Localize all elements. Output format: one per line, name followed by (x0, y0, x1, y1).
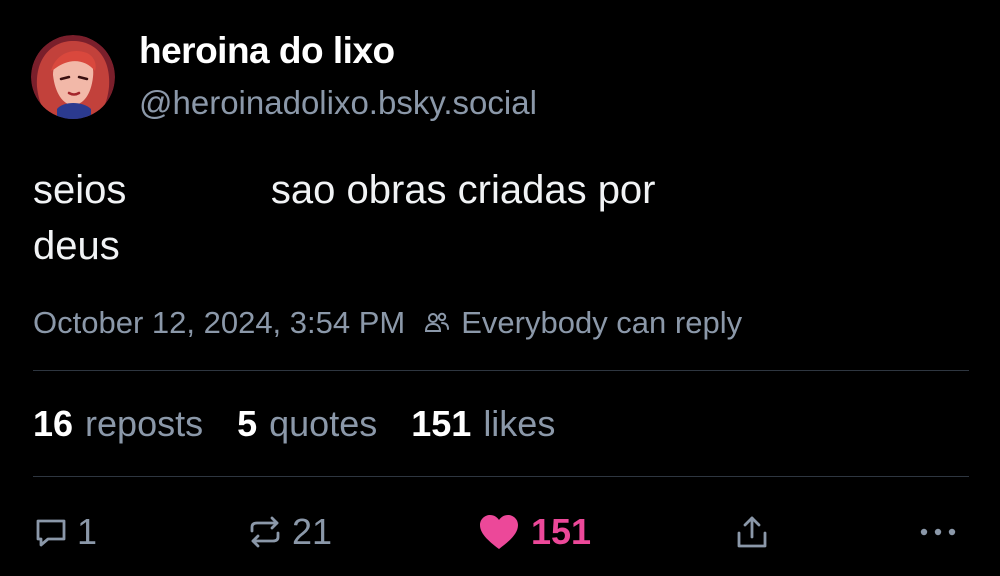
post-meta: October 12, 2024, 3:54 PM Everybody can … (33, 305, 742, 341)
share-button[interactable] (733, 504, 771, 560)
more-dots-icon (918, 526, 958, 538)
quotes-count: 5 (237, 403, 258, 444)
speech-bubble-icon (33, 514, 69, 550)
reposts-stat[interactable]: 16 reposts (33, 403, 203, 445)
reposts-count: 16 (33, 403, 74, 444)
avatar[interactable] (31, 35, 115, 119)
post-detail: heroina do lixo @heroinadolixo.bsky.soci… (0, 0, 1000, 576)
likes-label: likes (483, 403, 556, 444)
repost-button[interactable]: 21 (246, 504, 332, 560)
action-bar: 1 21 151 (0, 504, 1000, 560)
post-text-line: seios sao obras criadas por (33, 168, 656, 212)
reply-setting-label[interactable]: Everybody can reply (461, 305, 742, 341)
like-button[interactable]: 151 (477, 504, 591, 560)
post-text: seios sao obras criadas por deus (33, 162, 933, 274)
reposts-label: reposts (85, 403, 204, 444)
post-timestamp: October 12, 2024, 3:54 PM (33, 305, 406, 340)
repost-count: 21 (292, 511, 333, 552)
repost-arrows-icon (246, 514, 284, 550)
heart-icon (477, 512, 521, 552)
reply-button[interactable]: 1 (33, 504, 97, 560)
more-options-button[interactable] (918, 504, 958, 560)
like-count: 151 (531, 511, 592, 552)
quotes-stat[interactable]: 5 quotes (237, 403, 377, 445)
engagement-stats: 16 reposts 5 quotes 151 likes (33, 403, 589, 445)
post-text-line: deus (33, 224, 120, 268)
share-icon (733, 513, 771, 551)
author-display-name[interactable]: heroina do lixo (139, 30, 395, 72)
divider (33, 370, 969, 371)
likes-stat[interactable]: 151 likes (411, 403, 555, 445)
quotes-label: quotes (269, 403, 378, 444)
divider (33, 476, 969, 477)
people-icon (423, 309, 451, 337)
author-handle[interactable]: @heroinadolixo.bsky.social (139, 84, 537, 122)
reply-count: 1 (77, 511, 98, 552)
likes-count: 151 (411, 403, 472, 444)
